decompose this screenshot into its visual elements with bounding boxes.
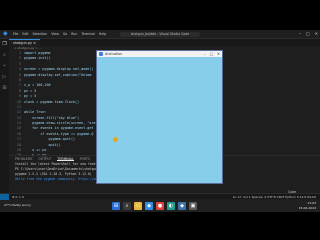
window-controls: – □ ✕	[299, 31, 318, 36]
edge-icon[interactable]: ◐	[167, 202, 175, 210]
code-line: screen = pygame.display.set_mode((	[24, 67, 94, 72]
menu-help[interactable]: Help	[99, 32, 106, 36]
store-icon[interactable]: ▣	[189, 202, 197, 210]
source-control-icon[interactable]: ⑂	[0, 61, 9, 72]
extensions-icon[interactable]: ⊞	[0, 83, 9, 94]
titlebar: ◆ File Edit Selection View Go Run Termin…	[0, 30, 320, 39]
pygame-titlebar: Animation – □ ✕	[97, 51, 222, 57]
close-button[interactable]: ✕	[315, 31, 318, 36]
menu-selection[interactable]: Selection	[33, 32, 48, 36]
vscode-logo-icon: ◆	[3, 30, 8, 37]
code-editor[interactable]: import pygame pygame.init() screen = pygam…	[24, 51, 104, 159]
remote-indicator[interactable]	[0, 193, 9, 200]
file-explorer-icon[interactable]: ▭	[134, 202, 142, 210]
run-debug-icon[interactable]: ▷	[0, 72, 9, 83]
taskbar-apps: ⊞ ⌕ ▭ ◆ ● ◐ ◆ ▣	[112, 202, 197, 210]
orange-ball	[113, 137, 118, 142]
tab-ports[interactable]: PORTS	[80, 156, 90, 161]
taskbar: 27°C Partly sunny ⊞ ⌕ ▭ ◆ ● ◐ ◆ ▣ 13:03 …	[0, 200, 320, 212]
pygame-window-title: Animation	[105, 52, 123, 56]
search-icon[interactable]: ⌕	[123, 202, 131, 210]
system-tray[interactable]: 13:03 15-06-2024	[299, 201, 316, 211]
desktop-screen: ◆ File Edit Selection View Go Run Termin…	[0, 0, 320, 240]
tab-output[interactable]: OUTPUT	[38, 156, 51, 161]
vscode-icon[interactable]: ◆	[145, 202, 153, 210]
activity-bar: ❐ ⌕ ⑂ ▷ ⊞	[0, 39, 9, 193]
maximize-button[interactable]: □	[306, 31, 310, 36]
pygame-window: Animation – □ ✕	[96, 50, 223, 184]
editor-tab-bar: shotgun.py ×	[9, 39, 320, 46]
pygame-maximize-button[interactable]: □	[210, 51, 213, 57]
clock-date: 15-06-2024	[298, 206, 316, 210]
start-icon[interactable]: ⊞	[112, 202, 120, 210]
status-bar: ⊗ 0 ⚠ 0 Ln 17, Col 1 Spaces: 4 UTF-8 CRL…	[0, 193, 320, 200]
minimize-button[interactable]: –	[299, 31, 301, 36]
menu-bar: File Edit Selection View Go Run Terminal…	[13, 32, 106, 36]
pygame-window-controls: – □ ✕	[204, 51, 220, 57]
menu-run[interactable]: Run	[71, 32, 77, 36]
chrome-icon[interactable]: ●	[156, 202, 164, 210]
problems-count[interactable]: ⊗ 0 ⚠ 0	[12, 195, 24, 199]
pygame-minimize-button[interactable]: –	[204, 51, 206, 57]
menu-edit[interactable]: Edit	[22, 32, 28, 36]
pygame-icon	[99, 52, 103, 56]
tab-terminal[interactable]: TERMINAL	[57, 156, 74, 161]
weather-widget[interactable]: 27°C Partly sunny	[4, 203, 31, 207]
tab-problems[interactable]: PROBLEMS	[15, 156, 32, 161]
menu-file[interactable]: File	[13, 32, 18, 36]
menu-terminal[interactable]: Terminal	[81, 32, 94, 36]
line-number-gutter: 1 2 3 4 5 6 7 8 9 10 11 12 13 14 15 16 17 18 19 20	[9, 51, 21, 159]
tab-shotgun-py[interactable]: shotgun.py ×	[9, 39, 40, 46]
menu-go[interactable]: Go	[63, 32, 67, 36]
command-center-search[interactable]: shotgun_bubble - Visual Studio Code	[120, 32, 200, 37]
files-icon[interactable]: ❐	[0, 39, 9, 50]
menu-view[interactable]: View	[51, 32, 59, 36]
pygame-close-button[interactable]: ✕	[217, 51, 220, 57]
python-icon[interactable]: ◆	[178, 202, 186, 210]
search-icon[interactable]: ⌕	[0, 50, 9, 61]
